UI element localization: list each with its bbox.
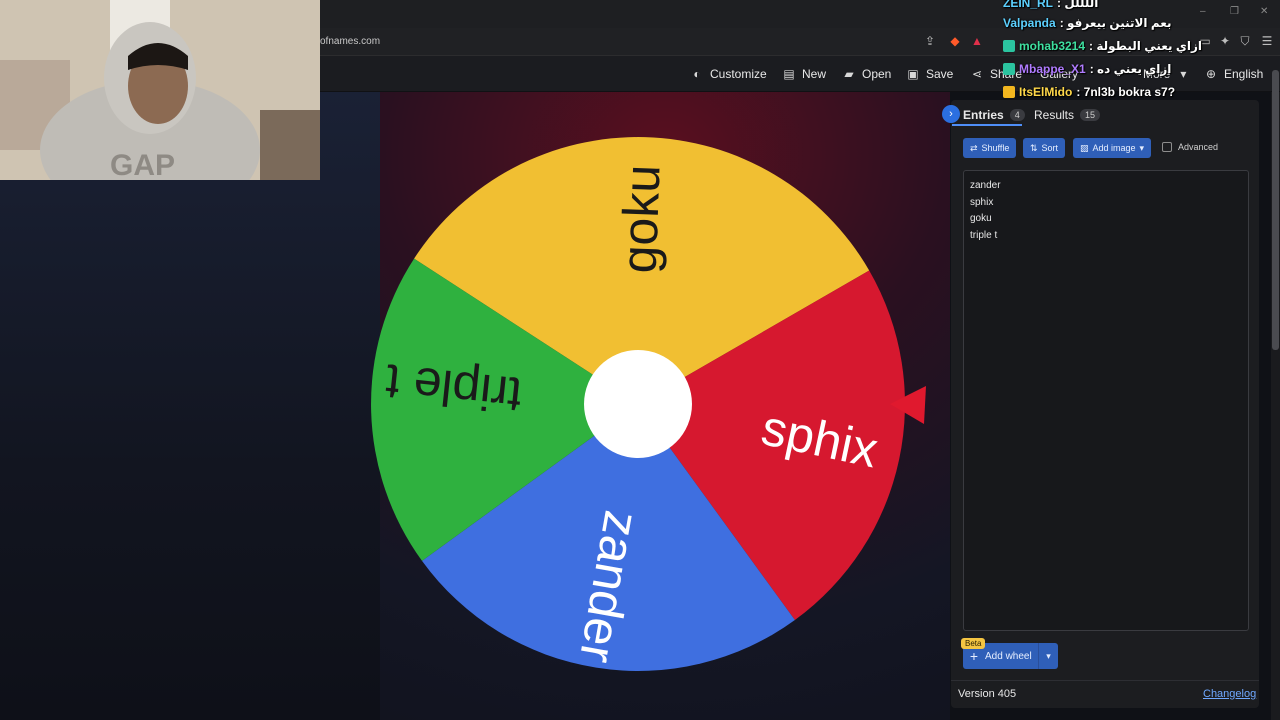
chat-text: : ازاي يعني ده [1089,62,1172,76]
subscriber-badge-icon [1003,63,1015,75]
scrollbar-thumb[interactable] [1272,70,1279,350]
results-count-badge: 15 [1080,109,1101,121]
brave-shield-icon[interactable]: ◆ [948,34,962,48]
chat-username: ItsElMido [1019,85,1073,99]
crown-badge-icon [1003,86,1015,98]
tab-results[interactable]: Results 15 [1034,107,1101,123]
new-button[interactable]: ▤ New [782,66,826,82]
tab-entries-label: Entries [963,108,1004,122]
sort-icon: ⇅ [1030,142,1038,153]
rewards-icon[interactable]: ▲ [970,34,984,48]
entries-count-badge: 4 [1009,109,1025,121]
webcam-overlay: GAP [0,0,320,180]
chat-username: Mbappe_X1 [1019,62,1086,76]
globe-icon: ⊕ [1205,67,1217,81]
chat-message: Mbappe_X1 : ازاي يعني ده [1003,60,1171,78]
add-image-button[interactable]: ▨ Add image ▾ [1073,138,1152,158]
palette-icon: ◐ [693,67,701,81]
shuffle-label: Shuffle [981,143,1010,153]
save-label: Save [926,67,954,81]
close-window-icon[interactable]: ✕ [1260,6,1268,17]
changelog-link[interactable]: Changelog [1203,688,1256,700]
checkbox-icon[interactable] [1162,142,1172,152]
chat-text: : ازاي يعني البطولة [1089,39,1203,53]
collapse-panel-button[interactable]: › [942,105,960,123]
chat-username: Valpanda [1003,16,1056,30]
subscriber-badge-icon [1003,40,1015,52]
minimize-icon[interactable]: – [1200,6,1206,17]
chat-username: ZEIN_RL [1003,0,1054,10]
entry-line[interactable]: zander [970,180,1001,191]
customize-label: Customize [710,67,767,81]
chat-message: Valpanda : بعم الاتنين بيعرفو [1003,14,1172,32]
wheel-label: goku [611,164,671,274]
active-tab-indicator [952,124,1022,126]
menu-icon[interactable]: ☰ [1260,34,1274,48]
language-label: English [1224,67,1264,81]
chat-message: ZEIN_RL : اللللل [1003,0,1098,12]
restore-icon[interactable]: ❐ [1230,6,1239,17]
sort-button[interactable]: ⇅ Sort [1023,138,1066,158]
entry-line[interactable]: sphix [970,197,993,208]
chat-text: : بعم الاتنين بيعرفو [1059,16,1172,30]
spin-wheel[interactable]: goku sphix zander triple t [371,128,931,688]
save-icon: ▣ [907,67,919,81]
language-button[interactable]: ⊕ English [1204,66,1263,82]
vpn-icon[interactable]: ⛉ [1238,34,1252,48]
add-image-label: Add image [1092,143,1136,153]
shuffle-button[interactable]: ⇄ Shuffle [963,138,1017,158]
open-label: Open [862,67,892,81]
chevron-down-icon: ▾ [1139,142,1145,153]
entry-line[interactable]: goku [970,213,992,224]
entry-line[interactable]: triple t [970,230,997,241]
extensions-icon[interactable]: ✦ [1218,34,1232,48]
tab-results-label: Results [1034,108,1075,122]
folder-icon: ▰ [844,67,854,81]
chat-username: mohab3214 [1019,39,1086,53]
panel-divider [951,680,1259,681]
svg-text:GAP: GAP [110,149,175,180]
entries-textarea[interactable] [963,170,1249,631]
stage-left-shade [0,92,380,720]
chat-message: ItsElMido : 7nl3b bokra s7? [1003,83,1175,101]
beta-badge: Beta [961,638,986,649]
wheel-center-button[interactable] [584,350,692,458]
chevron-down-icon[interactable]: ▾ [1038,643,1058,669]
image-icon: ▨ [1080,142,1089,153]
add-wheel-label: Add wheel [985,650,1032,662]
share-icon: ⋖ [971,67,983,81]
save-button[interactable]: ▣ Save [906,66,953,82]
advanced-label: Advanced [1178,142,1219,152]
shuffle-icon: ⇄ [970,142,978,153]
advanced-checkbox[interactable]: Advanced [1162,142,1218,152]
customize-button[interactable]: ◐ Customize [690,66,767,82]
chat-text: : 7nl3b bokra s7? [1076,85,1176,99]
sort-label: Sort [1041,143,1059,153]
tab-entries[interactable]: Entries 4 [963,107,1025,123]
new-file-icon: ▤ [783,67,795,81]
new-label: New [802,67,827,81]
chat-text: : اللللل [1057,0,1099,10]
chat-message: mohab3214 : ازاي يعني البطولة [1003,37,1202,55]
open-button[interactable]: ▰ Open [842,66,891,82]
share-page-icon[interactable]: ⇪ [923,34,937,48]
plus-icon: + [969,648,979,664]
chevron-down-icon: ▾ [1180,67,1187,81]
version-label: Version 405 [958,688,1017,700]
url-text[interactable]: ofnames.com [320,36,380,47]
